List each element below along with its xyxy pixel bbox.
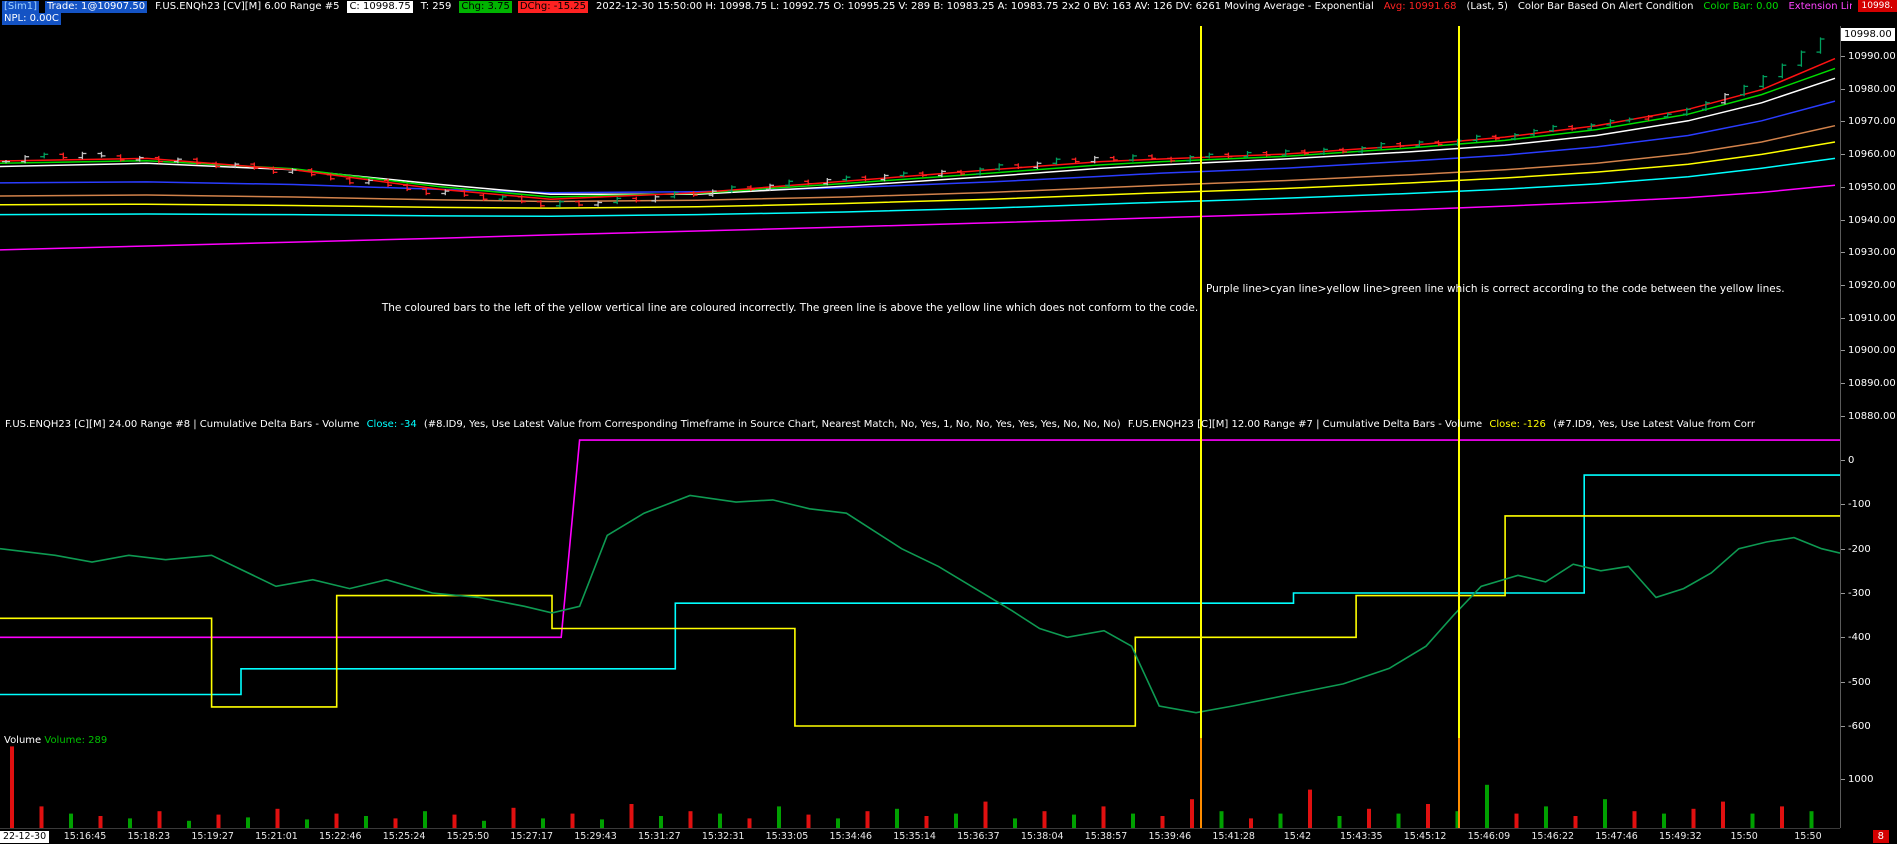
delta-scale-label: -100 — [1841, 499, 1871, 511]
time-axis-label: 15:19:27 — [191, 831, 234, 842]
price-scale-label: 10940.00 — [1841, 214, 1896, 226]
subgraph-header-field: F.US.ENQH23 [C][M] 12.00 Range #7 | Cumu… — [1127, 419, 1486, 430]
time-axis-label: 15:25:50 — [446, 831, 490, 842]
delta-yellow — [0, 515, 1840, 727]
time-axis-label: 15:50 — [1730, 831, 1758, 842]
bar-countdown-box: 8 — [1872, 830, 1889, 843]
ma-orange — [0, 124, 1836, 203]
subgraph-header: F.US.ENQH23 [C][M] 24.00 Range #8 | Cumu… — [3, 419, 1837, 430]
date-chip: 22-12-30 — [0, 830, 50, 843]
delta-green — [0, 494, 1840, 714]
header-field: [Sim1] — [2, 1, 40, 13]
time-axis-label: 15:43:35 — [1339, 831, 1383, 842]
price-scale-label: 10970.00 — [1841, 116, 1896, 128]
subgraph-header-field: Close: -126 — [1489, 419, 1546, 430]
header-row-1: [Sim1] Trade: 1@10907.50 F.US.ENQh23 [CV][… — [2, 1, 1852, 13]
time-axis-label: 15:32:31 — [701, 831, 745, 842]
price-scale-label: 10980.00 — [1841, 83, 1896, 95]
delta-scale-label: -600 — [1841, 720, 1871, 732]
volume-pane-header: Volume Volume: 289 — [4, 735, 107, 746]
trading-app-window: { "header": { "line1": [ {"text":"[Sim1]… — [0, 0, 1897, 844]
time-axis-label: 15:47:46 — [1595, 831, 1638, 842]
header-field: Extension Lines: 0. — [1788, 1, 1852, 12]
price-scale-label: 10890.00 — [1841, 378, 1896, 389]
subgraph-header-field: (#8.ID9, Yes, Use Latest Value from Corr… — [420, 419, 1124, 430]
time-axis-label: 15:31:27 — [638, 831, 681, 842]
time-axis-label: 15:35:14 — [893, 831, 936, 842]
time-axis-label: 15:22:46 — [318, 831, 362, 842]
time-axis-label: 15:29:43 — [574, 831, 617, 842]
price-scale-label: 10910.00 — [1841, 312, 1896, 324]
time-axis-label: 15:18:23 — [127, 831, 171, 842]
delta-scale-label: -400 — [1841, 632, 1871, 644]
header-field: NPL: 0.00C — [2, 13, 61, 25]
price-scale-label: 10950.00 — [1841, 181, 1896, 193]
time-axis-label: 15:27:17 — [510, 831, 554, 842]
time-axis-label: 15:39:46 — [1148, 831, 1192, 842]
time-axis-label: 15:21:01 — [255, 831, 298, 842]
delta-scale-label: -200 — [1841, 543, 1871, 555]
header-field: Color Bar Based On Alert Condition — [1517, 1, 1694, 12]
volume-scale-label: 1000 — [1840, 774, 1874, 785]
time-axis-label: 15:49:32 — [1659, 831, 1702, 842]
subgraph-header-field: F.US.ENQH23 [C][M] 24.00 Range #8 | Cumu… — [5, 419, 363, 430]
time-axis-label: 15:34:46 — [829, 831, 873, 842]
header-field: DChg: -15.25 — [517, 1, 588, 13]
delta-cyan — [0, 474, 1840, 696]
volume-value: Volume: 289 — [44, 735, 108, 746]
last-price-box: 10998.00 — [1841, 28, 1895, 41]
header-field: T: 259 — [420, 1, 452, 12]
header-field: 2022-12-30 15:50:00 H: 10998.75 L: 10992… — [595, 1, 1374, 12]
time-axis-label: 15:38:57 — [1084, 831, 1128, 842]
time-axis-label: 15:46:09 — [1467, 831, 1511, 842]
time-axis-label: 15:36:37 — [957, 831, 1000, 842]
time-axis[interactable]: 22-12-30 15:16:45 15:18:23 15:19:27 15:21:0… — [0, 828, 1840, 844]
time-axis-labels: 15:16:45 15:18:23 15:19:27 15:21:01 15:22:46… — [53, 831, 1840, 842]
time-axis-label: 15:16:45 — [63, 831, 107, 842]
time-axis-label: 15:25:24 — [382, 831, 426, 842]
time-axis-label: 15:42 — [1283, 831, 1312, 842]
price-scale-label: 10990.00 — [1841, 51, 1896, 62]
ma-green — [0, 67, 1836, 198]
delta-magenta — [0, 439, 1840, 639]
header-field: Trade: 1@10907.50 — [45, 1, 148, 13]
price-scale-label: 10880.00 — [1841, 410, 1896, 422]
time-axis-label: 15:41:28 — [1212, 831, 1255, 842]
time-axis-label: 15:38:04 — [1020, 831, 1064, 842]
delta-scale-label: -500 — [1841, 676, 1871, 688]
header-field: C: 10998.75 — [347, 1, 413, 13]
time-axis-label: 15:45:12 — [1403, 831, 1447, 842]
price-scale-label: 10920.00 — [1841, 279, 1896, 291]
volume-pane-title: Volume — [4, 735, 45, 746]
time-axis-label: 15:50 — [1794, 831, 1822, 842]
header-field: (Last, 5) — [1466, 1, 1508, 12]
price-scale-label: 10930.00 — [1841, 247, 1896, 259]
price-scale[interactable]: 10998.00 10990.00 10980.00 10970.00 10960.0… — [1840, 26, 1897, 828]
header-field: F.US.ENQh23 [CV][M] 6.00 Range #5 — [155, 1, 340, 12]
subgraph-header-field: (#7.ID9, Yes, Use Latest Value from Corr — [1549, 419, 1755, 430]
time-axis-label: 15:33:05 — [765, 831, 809, 842]
header-row-2: NPL: 0.00C — [2, 13, 1852, 25]
header-field: Color Bar: 0.00 — [1703, 1, 1779, 12]
ma-white — [0, 77, 1836, 196]
subgraph-header-field: Close: -34 — [366, 419, 417, 430]
delta-scale-label: -300 — [1841, 587, 1871, 599]
price-scale-label: 10960.00 — [1841, 149, 1896, 161]
chart-annotation-left: The coloured bars to the left of the yel… — [381, 302, 1199, 314]
chart-annotation-right: Purple line>cyan line>yellow line>green … — [1206, 283, 1785, 295]
header-field: Chg: 3.75 — [459, 1, 512, 13]
last-trade-price-flag: 10998. — [1857, 0, 1897, 12]
delta-scale-label: 0 — [1840, 455, 1855, 466]
time-axis-label: 15:46:22 — [1531, 831, 1575, 842]
header-field: Avg: 10991.68 — [1383, 1, 1457, 12]
price-scale-label: 10900.00 — [1841, 345, 1896, 357]
title-bar: [Sim1] Trade: 1@10907.50 F.US.ENQh23 [CV][… — [0, 0, 1897, 26]
